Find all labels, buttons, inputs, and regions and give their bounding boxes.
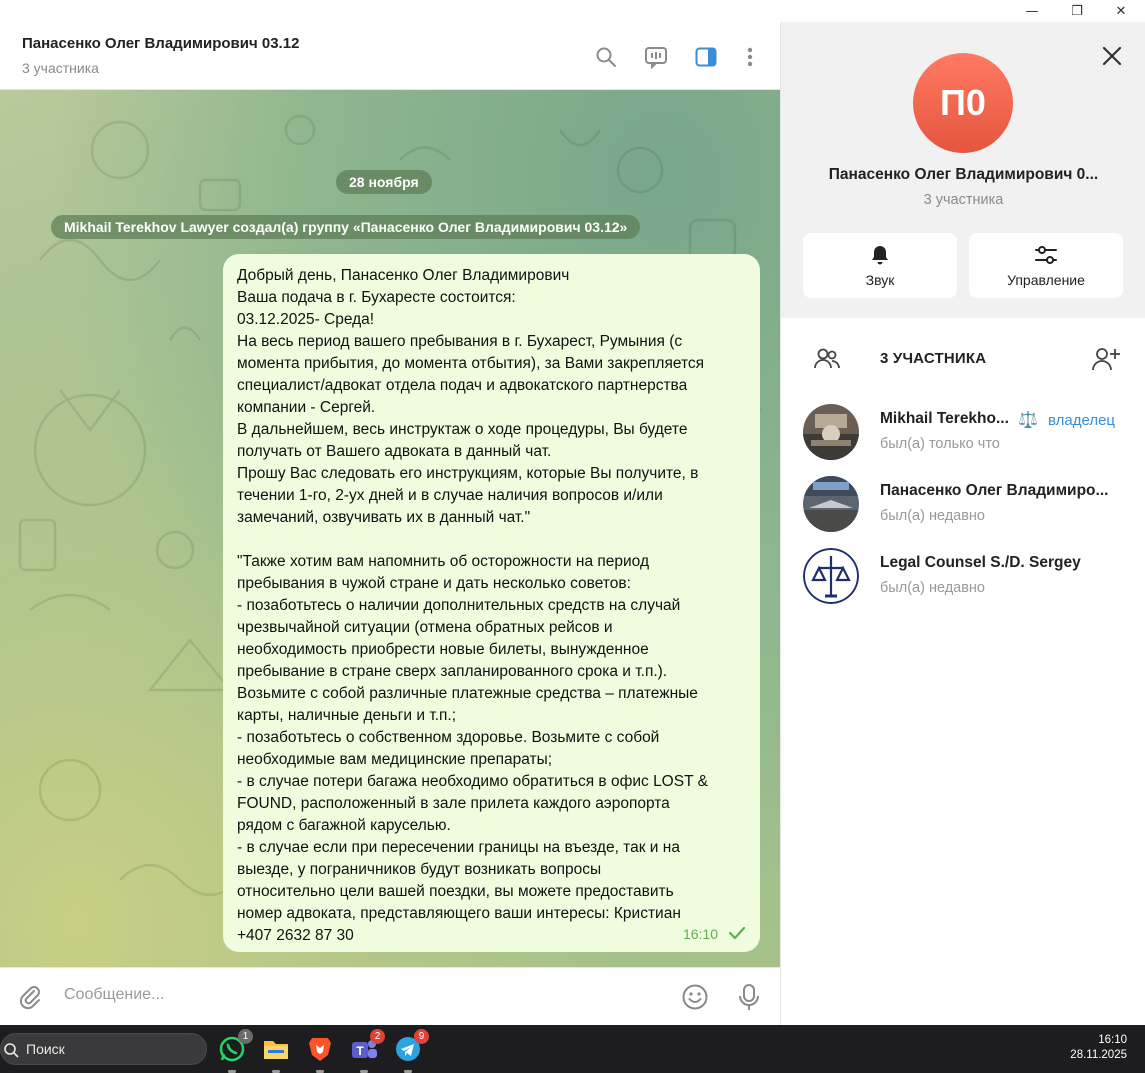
date-pill: 28 ноября — [336, 170, 432, 194]
file-explorer-icon[interactable] — [261, 1034, 291, 1073]
bell-icon — [872, 245, 888, 264]
close-icon[interactable] — [1100, 44, 1124, 68]
member-status: был(а) недавно — [880, 508, 985, 524]
clock-time: 16:10 — [1098, 1034, 1127, 1046]
minimize-button[interactable]: — — [1012, 0, 1052, 22]
chat-background: 28 ноября Mikhail Terekhov Lawyer создал… — [0, 90, 780, 967]
member-role: владелец — [1048, 412, 1116, 429]
whatsapp-icon[interactable]: 1 — [217, 1029, 253, 1073]
member-item[interactable]: Панасенко Олег Владимиро... был(а) недав… — [781, 476, 1145, 546]
member-name: Панасенко Олег Владимиро... — [880, 482, 1109, 499]
teams-icon[interactable]: T 2 — [349, 1029, 385, 1073]
message-input[interactable]: Сообщение... — [64, 986, 164, 1004]
whatsapp-badge: 1 — [238, 1029, 253, 1044]
system-clock[interactable]: 16:10 28.11.2025 — [1070, 1033, 1127, 1063]
sound-label: Звук — [865, 271, 895, 288]
brave-icon[interactable] — [305, 1034, 335, 1073]
message-composer: Сообщение... — [0, 967, 780, 1025]
member-name: Mikhail Terekho... — [880, 410, 1009, 427]
group-info-header: П0 Панасенко Олег Владимирович 0... 3 уч… — [781, 22, 1145, 318]
search-icon[interactable] — [593, 44, 619, 70]
member-avatar — [803, 476, 859, 532]
group-member-count: 3 участника — [923, 192, 1004, 208]
window-close-button[interactable]: ✕ — [1101, 0, 1141, 22]
attach-icon[interactable] — [15, 982, 45, 1012]
teams-badge: 2 — [370, 1029, 385, 1044]
manage-label: Управление — [1007, 271, 1085, 288]
add-member-icon[interactable] — [1091, 345, 1121, 373]
more-vertical-icon[interactable] — [737, 44, 763, 70]
group-info-panel: П0 Панасенко Олег Владимирович 0... 3 уч… — [780, 22, 1145, 1025]
taskbar-search[interactable]: Поиск — [0, 1033, 207, 1065]
chat-title[interactable]: Панасенко Олег Владимирович 03.12 — [22, 35, 299, 52]
search-icon — [4, 1043, 19, 1058]
service-message: Mikhail Terekhov Lawyer создал(а) группу… — [51, 215, 641, 239]
chat-header[interactable]: Панасенко Олег Владимирович 03.12 3 учас… — [0, 22, 780, 90]
svg-text:T: T — [356, 1044, 364, 1058]
taskbar: Поиск 1 T 2 9 16:10 28.11.2025 — [0, 1025, 1145, 1073]
members-icon — [814, 348, 840, 369]
manage-button[interactable]: Управление — [969, 233, 1123, 298]
microphone-icon[interactable] — [734, 982, 764, 1012]
read-check-icon — [728, 926, 746, 940]
window-titlebar: — ❐ ✕ — [0, 0, 1145, 22]
member-item[interactable]: Mikhail Terekho... ⚖️ владелец был(а) то… — [781, 404, 1145, 474]
search-label: Поиск — [26, 1041, 65, 1057]
member-avatar — [803, 404, 859, 460]
telegram-icon[interactable]: 9 — [393, 1029, 429, 1073]
member-name: Legal Counsel S./D. Sergey — [880, 554, 1081, 571]
emoji-icon[interactable] — [680, 982, 710, 1012]
clock-date: 28.11.2025 — [1070, 1049, 1127, 1061]
sound-button[interactable]: Звук — [803, 233, 957, 298]
sidebar-toggle-icon[interactable] — [693, 44, 719, 70]
group-name: Панасенко Олег Владимирович 0... — [828, 166, 1099, 183]
member-item[interactable]: Legal Counsel S./D. Sergey был(а) недавн… — [781, 548, 1145, 618]
message-bubble[interactable]: Добрый день, Панасенко Олег Владимирович… — [223, 254, 760, 952]
member-avatar — [803, 548, 859, 604]
member-status: был(а) только что — [880, 436, 1000, 452]
sliders-icon — [1035, 245, 1057, 264]
chat-pane: Панасенко Олег Владимирович 03.12 3 учас… — [0, 22, 780, 1025]
member-status: был(а) недавно — [880, 580, 985, 596]
restore-button[interactable]: ❐ — [1057, 0, 1097, 22]
scales-icon: ⚖️ — [1018, 410, 1038, 429]
members-title: 3 УЧАСТНИКА — [880, 350, 987, 367]
group-avatar[interactable]: П0 — [913, 53, 1013, 153]
video-chat-icon[interactable] — [643, 44, 669, 70]
telegram-badge: 9 — [414, 1029, 429, 1044]
message-text: Добрый день, Панасенко Олег Владимирович… — [237, 267, 708, 944]
message-time: 16:10 — [682, 926, 718, 942]
members-header: 3 УЧАСТНИКА — [781, 340, 1145, 380]
chat-subtitle: 3 участника — [22, 60, 99, 76]
